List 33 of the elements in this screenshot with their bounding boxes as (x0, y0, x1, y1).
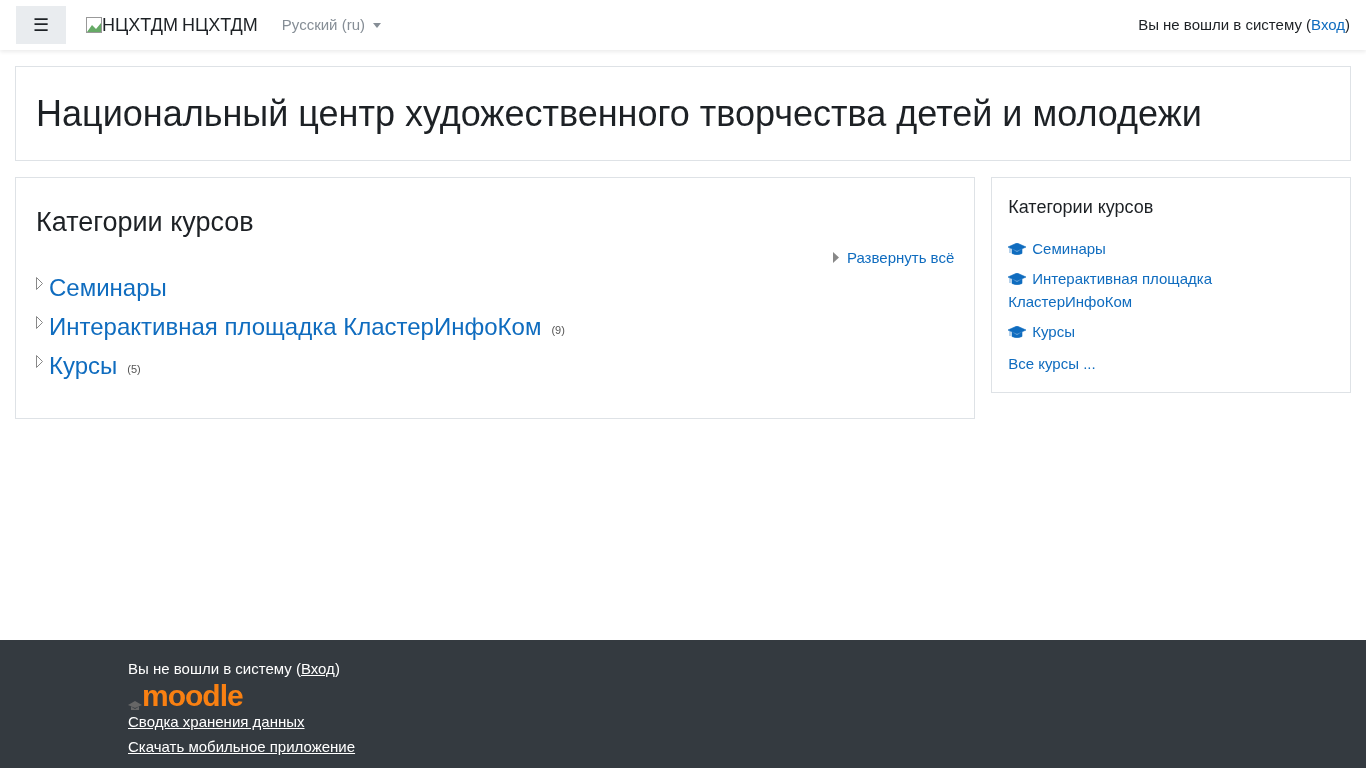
graduation-cap-icon (1008, 273, 1027, 285)
language-menu[interactable]: Русский (ru) (281, 13, 381, 37)
course-count: (5) (127, 361, 141, 377)
expand-triangle-icon[interactable] (36, 277, 43, 290)
expand-all-link[interactable]: Развернуть всё (832, 246, 955, 269)
login-link[interactable]: Вход (1311, 15, 1345, 33)
site-logo-link[interactable]: НЦХТДМ НЦХТДМ (86, 11, 258, 39)
caret-icon (372, 22, 381, 28)
category-link[interactable]: Интерактивная площадка КластерИнфоКом (1008, 267, 1334, 313)
expand-triangle-icon[interactable] (36, 355, 43, 368)
login-status: Вы не вошли в систему (Вход) (1138, 14, 1350, 35)
moodle-logo: moodle (128, 680, 243, 711)
graduation-cap-icon (128, 700, 142, 711)
page-title: Национальный центр художественного творчества детей и молодежи (36, 91, 1202, 136)
category-link[interactable]: Интерактивная площадка КластерИнфоКом (49, 312, 542, 341)
footer-link[interactable]: Сводка хранения данных (128, 710, 356, 733)
course-count: (9) (551, 322, 565, 338)
broken-image-icon (86, 17, 102, 33)
triangle-icon (832, 252, 839, 264)
category-link[interactable]: Курсы (49, 351, 118, 380)
block-title: Категории курсов (1008, 196, 1155, 219)
menu-button[interactable]: ☰ (16, 6, 66, 44)
category-link[interactable]: Семинары (1008, 237, 1334, 260)
footer-link[interactable]: Скачать мобильное приложение (128, 736, 356, 759)
graduation-cap-icon (1008, 243, 1027, 255)
graduation-cap-icon (1008, 326, 1027, 338)
expand-triangle-icon[interactable] (36, 316, 43, 329)
login-link[interactable]: Вход (300, 660, 335, 677)
category-link[interactable]: Курсы (1008, 320, 1334, 343)
category-link[interactable]: Семинары (49, 273, 167, 302)
all-courses-link[interactable]: Все курсы ... (1008, 353, 1334, 376)
login-status: Вы не вошли в систему (Вход) (128, 659, 340, 679)
section-heading: Категории курсов (36, 206, 255, 239)
